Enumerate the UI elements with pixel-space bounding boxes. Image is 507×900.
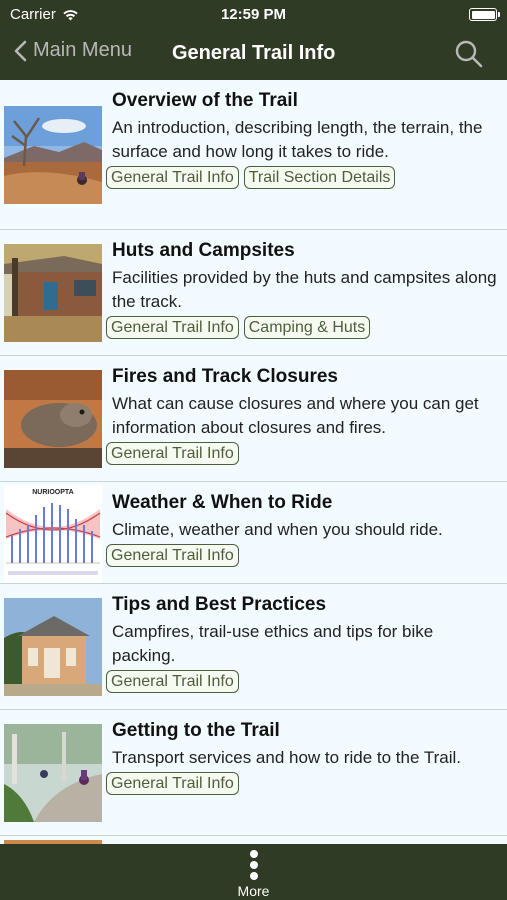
item-description: What can cause closures and where you ca… [112,394,479,437]
item-text: Fires and Track Closures What can cause … [106,366,497,465]
item-title: Huts and Campsites [112,240,295,261]
item-title: Weather & When to Ride [112,492,333,513]
search-icon [455,40,483,68]
thumbnail-huts [4,244,102,342]
list-item-fires[interactable]: Fires and Track Closures What can cause … [0,356,507,482]
item-description: An introduction, describing length, the … [112,118,483,161]
navigation-bar: Main Menu General Trail Info [0,30,507,80]
more-tab[interactable]: More [0,850,507,899]
tag-general-trail-info[interactable]: General Trail Info [106,442,239,465]
item-title: Fires and Track Closures [112,366,338,387]
chevron-left-icon [14,40,27,61]
status-time: 12:59 PM [220,6,287,23]
item-description: Campfires, trail-use ethics and tips for… [112,622,434,665]
page-title: General Trail Info [172,42,336,64]
search-button[interactable] [455,40,483,73]
topic-list: Overview of the Trail An introduction, d… [0,80,507,844]
thumbnail-getting-there [4,724,102,822]
list-item-tips[interactable]: Tips and Best Practices Campfires, trail… [0,584,507,710]
tab-bar: More [0,844,507,900]
item-description: Climate, weather and when you should rid… [112,520,443,539]
item-description: Facilities provided by the huts and camp… [112,268,497,311]
item-description: Transport services and how to ride to th… [112,748,461,767]
item-tags: General Trail Info Camping & Huts [106,316,497,339]
item-title: Overview of the Trail [112,90,298,111]
item-tags: General Trail Info [106,670,497,693]
back-button-label: Main Menu [33,39,132,61]
thumbnail-tips [4,598,102,696]
thumbnail-caption: NURIOOPTA [32,489,73,496]
item-tags: General Trail Info [106,772,497,795]
tag-general-trail-info[interactable]: General Trail Info [106,316,239,339]
item-text: Weather & When to Ride Climate, weather … [106,492,497,567]
tag-general-trail-info[interactable]: General Trail Info [106,772,239,795]
list-item-huts[interactable]: Huts and Campsites Facilities provided b… [0,230,507,356]
item-title: Getting to the Trail [112,720,280,741]
tag-general-trail-info[interactable]: General Trail Info [106,166,239,189]
item-text: Huts and Campsites Facilities provided b… [106,240,497,339]
tag-camping-huts[interactable]: Camping & Huts [243,316,371,339]
list-item-overview[interactable]: Overview of the Trail An introduction, d… [0,80,507,230]
more-tab-label: More [237,883,270,899]
item-tags: General Trail Info Trail Section Details [106,166,497,189]
tag-general-trail-info[interactable]: General Trail Info [106,544,239,567]
back-button[interactable]: Main Menu [14,39,132,62]
tag-trail-section-details[interactable]: Trail Section Details [243,166,396,189]
status-bar: Carrier 12:59 PM [0,0,507,30]
item-title: Tips and Best Practices [112,594,327,615]
list-item-weather[interactable]: NURIOOPTA Weather & When to Ride Climate… [0,482,507,584]
list-item-getting-there[interactable]: Getting to the Trail Transport services … [0,710,507,836]
thumbnail-weather-chart: NURIOOPTA [4,485,102,583]
tag-general-trail-info[interactable]: General Trail Info [106,670,239,693]
list-item-partial[interactable] [0,836,507,844]
battery-icon [469,8,500,21]
item-text: Getting to the Trail Transport services … [106,720,497,795]
item-tags: General Trail Info [106,544,497,567]
item-text: Tips and Best Practices Campfires, trail… [106,594,497,693]
thumbnail-overview [4,106,102,204]
more-icon [249,850,258,880]
thumbnail-fires [4,370,102,468]
item-text: Overview of the Trail An introduction, d… [106,90,497,189]
item-tags: General Trail Info [106,442,497,465]
